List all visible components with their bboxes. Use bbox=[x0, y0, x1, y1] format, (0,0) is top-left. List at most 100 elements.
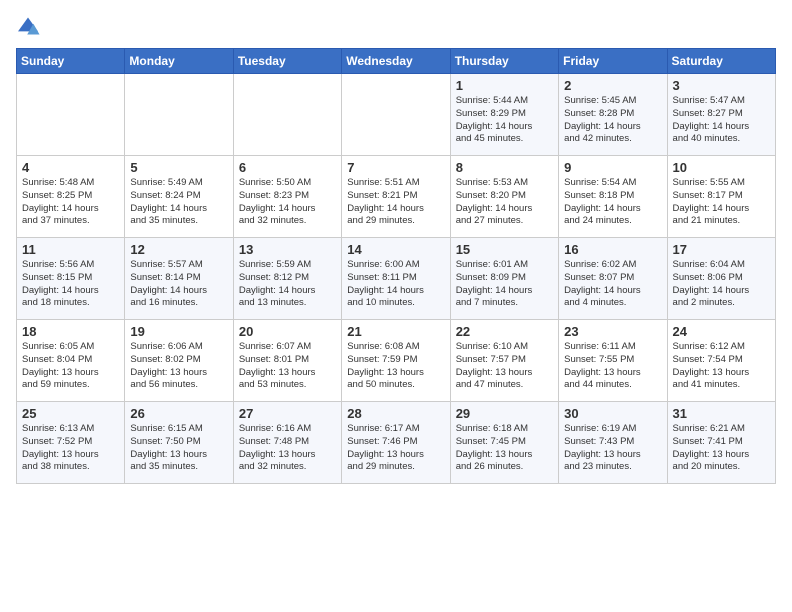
day-number: 29 bbox=[456, 406, 553, 421]
day-info: Sunrise: 6:06 AM Sunset: 8:02 PM Dayligh… bbox=[130, 341, 227, 392]
day-number: 27 bbox=[239, 406, 336, 421]
day-info: Sunrise: 6:07 AM Sunset: 8:01 PM Dayligh… bbox=[239, 341, 336, 392]
calendar-header-row: SundayMondayTuesdayWednesdayThursdayFrid… bbox=[17, 49, 776, 74]
day-info: Sunrise: 5:57 AM Sunset: 8:14 PM Dayligh… bbox=[130, 259, 227, 310]
day-info: Sunrise: 5:51 AM Sunset: 8:21 PM Dayligh… bbox=[347, 177, 444, 228]
day-cell: 15Sunrise: 6:01 AM Sunset: 8:09 PM Dayli… bbox=[450, 238, 558, 320]
day-cell: 9 Sunrise: 5:54 AM Sunset: 8:18 PM Daylig… bbox=[559, 156, 667, 238]
day-number: 24 bbox=[673, 324, 770, 339]
day-cell: 19 Sunrise: 6:06 AM Sunset: 8:02 PM Dayli… bbox=[125, 320, 233, 402]
day-cell: 4 Sunrise: 5:48 AM Sunset: 8:25 PM Daylig… bbox=[17, 156, 125, 238]
day-cell: 26 Sunrise: 6:15 AM Sunset: 7:50 PM Dayli… bbox=[125, 402, 233, 484]
day-cell: 6Sunrise: 5:50 AM Sunset: 8:23 PM Daylig… bbox=[233, 156, 341, 238]
day-cell: 17 Sunrise: 6:04 AM Sunset: 8:06 PM Dayli… bbox=[667, 238, 775, 320]
header-friday: Friday bbox=[559, 49, 667, 74]
day-cell bbox=[125, 74, 233, 156]
day-cell: 2 Sunrise: 5:45 AM Sunset: 8:28 PM Daylig… bbox=[559, 74, 667, 156]
day-cell: 21Sunrise: 6:08 AM Sunset: 7:59 PM Dayli… bbox=[342, 320, 450, 402]
day-cell: 23Sunrise: 6:11 AM Sunset: 7:55 PM Dayli… bbox=[559, 320, 667, 402]
day-number: 21 bbox=[347, 324, 444, 339]
day-cell bbox=[342, 74, 450, 156]
day-info: Sunrise: 5:44 AM Sunset: 8:29 PM Dayligh… bbox=[456, 95, 553, 146]
week-row-5: 25 Sunrise: 6:13 AM Sunset: 7:52 PM Dayli… bbox=[17, 402, 776, 484]
day-number: 15 bbox=[456, 242, 553, 257]
day-cell: 27 Sunrise: 6:16 AM Sunset: 7:48 PM Dayli… bbox=[233, 402, 341, 484]
day-info: Sunrise: 5:54 AM Sunset: 8:18 PM Dayligh… bbox=[564, 177, 661, 228]
day-number: 28 bbox=[347, 406, 444, 421]
header-thursday: Thursday bbox=[450, 49, 558, 74]
day-cell: 30Sunrise: 6:19 AM Sunset: 7:43 PM Dayli… bbox=[559, 402, 667, 484]
day-info: Sunrise: 5:48 AM Sunset: 8:25 PM Dayligh… bbox=[22, 177, 119, 228]
day-number: 30 bbox=[564, 406, 661, 421]
day-info: Sunrise: 5:45 AM Sunset: 8:28 PM Dayligh… bbox=[564, 95, 661, 146]
day-number: 26 bbox=[130, 406, 227, 421]
day-number: 25 bbox=[22, 406, 119, 421]
day-number: 12 bbox=[130, 242, 227, 257]
day-info: Sunrise: 6:15 AM Sunset: 7:50 PM Dayligh… bbox=[130, 423, 227, 474]
day-info: Sunrise: 5:55 AM Sunset: 8:17 PM Dayligh… bbox=[673, 177, 770, 228]
day-number: 13 bbox=[239, 242, 336, 257]
day-cell: 3 Sunrise: 5:47 AM Sunset: 8:27 PM Daylig… bbox=[667, 74, 775, 156]
day-info: Sunrise: 5:47 AM Sunset: 8:27 PM Dayligh… bbox=[673, 95, 770, 146]
day-number: 11 bbox=[22, 242, 119, 257]
day-info: Sunrise: 5:59 AM Sunset: 8:12 PM Dayligh… bbox=[239, 259, 336, 310]
day-info: Sunrise: 5:53 AM Sunset: 8:20 PM Dayligh… bbox=[456, 177, 553, 228]
day-cell: 16Sunrise: 6:02 AM Sunset: 8:07 PM Dayli… bbox=[559, 238, 667, 320]
day-cell: 24 Sunrise: 6:12 AM Sunset: 7:54 PM Dayli… bbox=[667, 320, 775, 402]
day-cell: 31 Sunrise: 6:21 AM Sunset: 7:41 PM Dayli… bbox=[667, 402, 775, 484]
day-info: Sunrise: 5:49 AM Sunset: 8:24 PM Dayligh… bbox=[130, 177, 227, 228]
header-tuesday: Tuesday bbox=[233, 49, 341, 74]
day-number: 7 bbox=[347, 160, 444, 175]
day-cell: 10 Sunrise: 5:55 AM Sunset: 8:17 PM Dayli… bbox=[667, 156, 775, 238]
day-number: 1 bbox=[456, 78, 553, 93]
day-number: 5 bbox=[130, 160, 227, 175]
day-cell: 12 Sunrise: 5:57 AM Sunset: 8:14 PM Dayli… bbox=[125, 238, 233, 320]
day-number: 10 bbox=[673, 160, 770, 175]
day-info: Sunrise: 6:02 AM Sunset: 8:07 PM Dayligh… bbox=[564, 259, 661, 310]
day-cell: 7 Sunrise: 5:51 AM Sunset: 8:21 PM Daylig… bbox=[342, 156, 450, 238]
day-number: 4 bbox=[22, 160, 119, 175]
logo bbox=[16, 16, 44, 36]
day-info: Sunrise: 5:50 AM Sunset: 8:23 PM Dayligh… bbox=[239, 177, 336, 228]
day-number: 9 bbox=[564, 160, 661, 175]
day-cell: 11 Sunrise: 5:56 AM Sunset: 8:15 PM Dayli… bbox=[17, 238, 125, 320]
day-info: Sunrise: 5:56 AM Sunset: 8:15 PM Dayligh… bbox=[22, 259, 119, 310]
header-monday: Monday bbox=[125, 49, 233, 74]
page-header bbox=[16, 16, 776, 36]
day-number: 18 bbox=[22, 324, 119, 339]
week-row-2: 4 Sunrise: 5:48 AM Sunset: 8:25 PM Daylig… bbox=[17, 156, 776, 238]
calendar-table: SundayMondayTuesdayWednesdayThursdayFrid… bbox=[16, 48, 776, 484]
day-cell: 14 Sunrise: 6:00 AM Sunset: 8:11 PM Dayli… bbox=[342, 238, 450, 320]
day-number: 20 bbox=[239, 324, 336, 339]
day-cell bbox=[17, 74, 125, 156]
day-cell: 25 Sunrise: 6:13 AM Sunset: 7:52 PM Dayli… bbox=[17, 402, 125, 484]
day-info: Sunrise: 6:00 AM Sunset: 8:11 PM Dayligh… bbox=[347, 259, 444, 310]
day-info: Sunrise: 6:13 AM Sunset: 7:52 PM Dayligh… bbox=[22, 423, 119, 474]
day-cell: 5 Sunrise: 5:49 AM Sunset: 8:24 PM Daylig… bbox=[125, 156, 233, 238]
day-info: Sunrise: 6:21 AM Sunset: 7:41 PM Dayligh… bbox=[673, 423, 770, 474]
header-wednesday: Wednesday bbox=[342, 49, 450, 74]
week-row-3: 11 Sunrise: 5:56 AM Sunset: 8:15 PM Dayli… bbox=[17, 238, 776, 320]
day-cell: 8 Sunrise: 5:53 AM Sunset: 8:20 PM Daylig… bbox=[450, 156, 558, 238]
day-number: 22 bbox=[456, 324, 553, 339]
day-number: 23 bbox=[564, 324, 661, 339]
day-info: Sunrise: 6:18 AM Sunset: 7:45 PM Dayligh… bbox=[456, 423, 553, 474]
day-cell: 1 Sunrise: 5:44 AM Sunset: 8:29 PM Daylig… bbox=[450, 74, 558, 156]
day-number: 3 bbox=[673, 78, 770, 93]
day-cell: 18Sunrise: 6:05 AM Sunset: 8:04 PM Dayli… bbox=[17, 320, 125, 402]
day-number: 19 bbox=[130, 324, 227, 339]
day-info: Sunrise: 6:17 AM Sunset: 7:46 PM Dayligh… bbox=[347, 423, 444, 474]
day-number: 8 bbox=[456, 160, 553, 175]
day-number: 14 bbox=[347, 242, 444, 257]
day-info: Sunrise: 6:04 AM Sunset: 8:06 PM Dayligh… bbox=[673, 259, 770, 310]
day-number: 2 bbox=[564, 78, 661, 93]
day-cell: 22 Sunrise: 6:10 AM Sunset: 7:57 PM Dayli… bbox=[450, 320, 558, 402]
logo-icon bbox=[16, 16, 40, 36]
day-info: Sunrise: 6:16 AM Sunset: 7:48 PM Dayligh… bbox=[239, 423, 336, 474]
day-number: 31 bbox=[673, 406, 770, 421]
day-info: Sunrise: 6:10 AM Sunset: 7:57 PM Dayligh… bbox=[456, 341, 553, 392]
day-cell: 28 Sunrise: 6:17 AM Sunset: 7:46 PM Dayli… bbox=[342, 402, 450, 484]
day-number: 17 bbox=[673, 242, 770, 257]
week-row-4: 18Sunrise: 6:05 AM Sunset: 8:04 PM Dayli… bbox=[17, 320, 776, 402]
day-info: Sunrise: 6:12 AM Sunset: 7:54 PM Dayligh… bbox=[673, 341, 770, 392]
